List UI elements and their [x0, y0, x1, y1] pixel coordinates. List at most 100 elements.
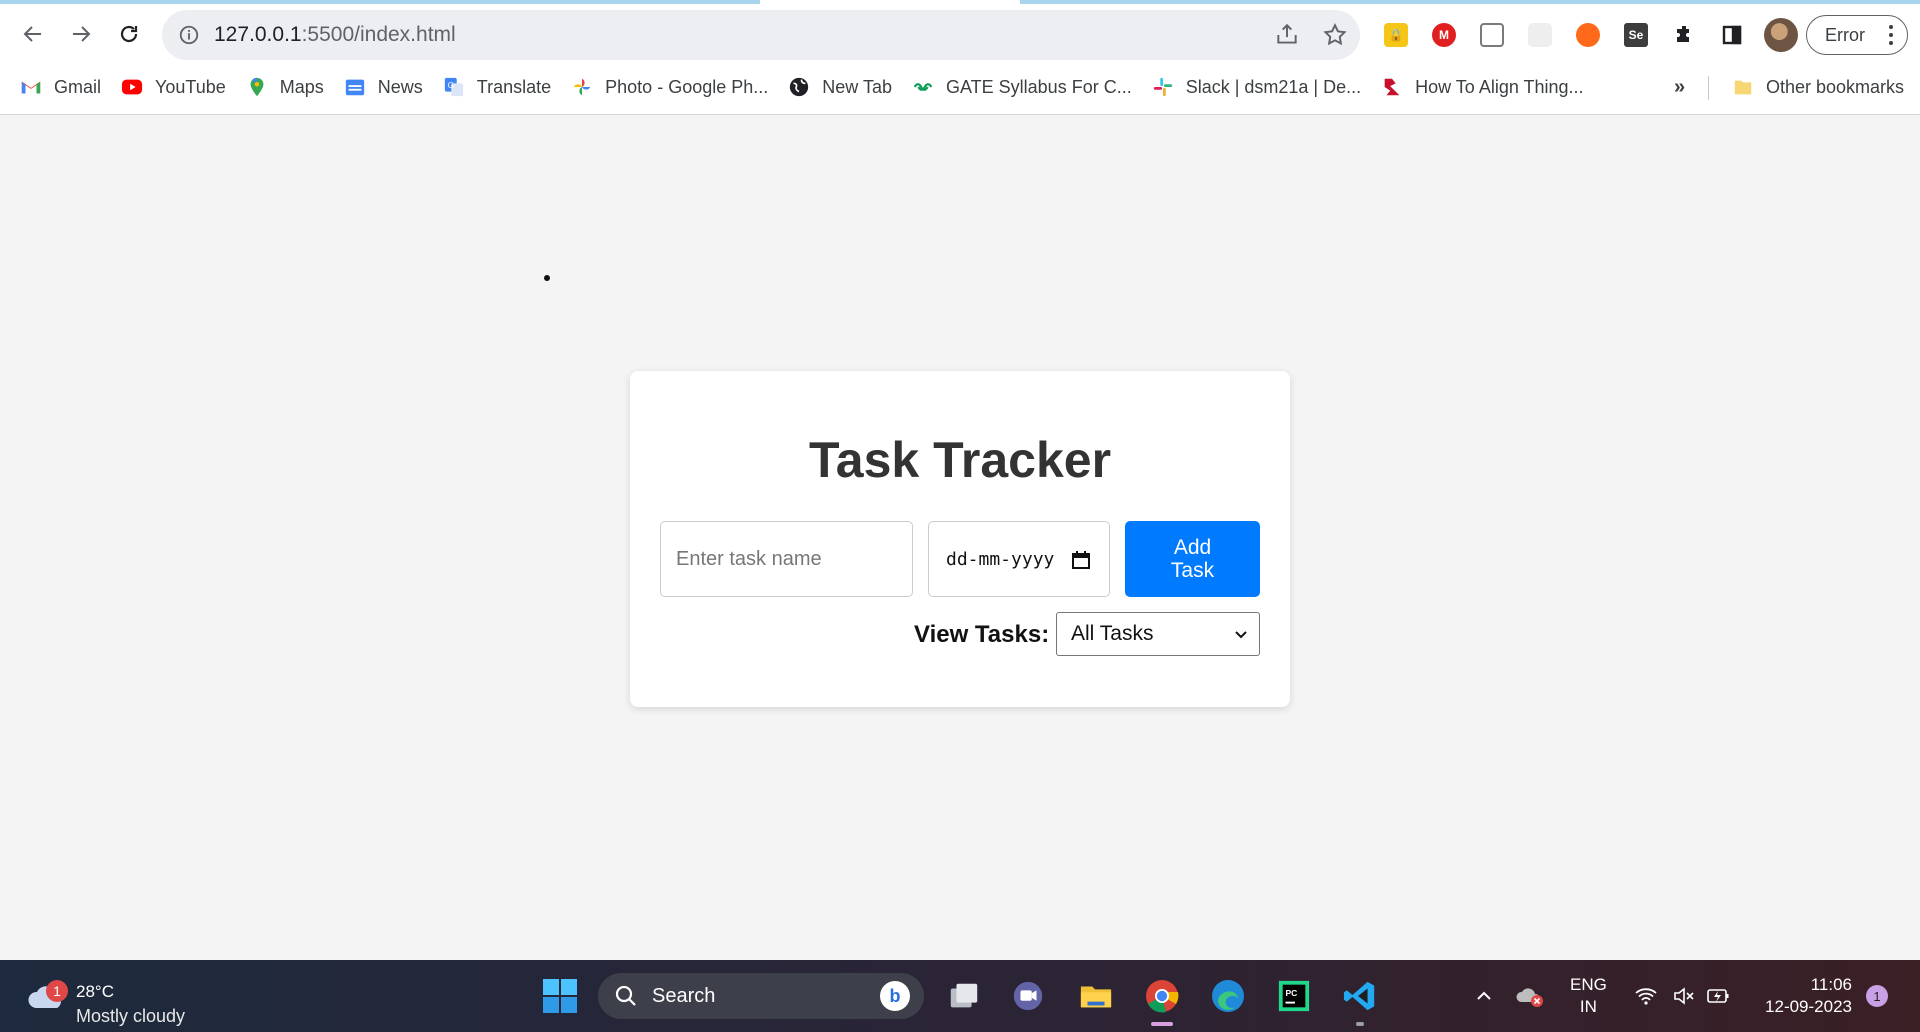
search-icon — [615, 985, 636, 1006]
gate-icon — [912, 76, 934, 98]
battery-charging-icon[interactable] — [1696, 974, 1740, 1018]
language-indicator[interactable]: ENG IN — [1570, 974, 1607, 1018]
youtube-icon — [121, 76, 143, 98]
chrome-active-indicator — [1151, 1022, 1173, 1026]
bullet-dot — [544, 275, 550, 281]
profile-error-chip[interactable]: Error — [1806, 15, 1908, 55]
news-icon — [344, 76, 366, 98]
browser-toolbar: 127.0.0.1:5500/index.html 🔒 M Se Error — [0, 8, 1920, 60]
more-menu-icon[interactable] — [1889, 25, 1893, 45]
loading-strip — [1020, 0, 1920, 4]
region-code: IN — [1579, 997, 1597, 1016]
vscode-running-indicator — [1356, 1022, 1364, 1026]
maps-icon — [246, 76, 268, 98]
edge-icon[interactable] — [1206, 974, 1250, 1018]
bookmark-news[interactable]: News — [334, 70, 433, 104]
task-view-icon[interactable] — [942, 974, 986, 1018]
translate-icon: G — [443, 76, 465, 98]
other-bookmarks[interactable]: Other bookmarks — [1722, 70, 1914, 104]
bookmark-maps[interactable]: Maps — [236, 70, 334, 104]
share-icon[interactable] — [1274, 22, 1300, 48]
cast-extension-icon[interactable] — [1468, 11, 1516, 59]
extensions-row: 🔒 M Se — [1372, 10, 1798, 60]
s-logo-icon — [1381, 76, 1403, 98]
bookmark-photos[interactable]: Photo - Google Ph... — [561, 70, 778, 104]
language-code: ENG — [1570, 975, 1607, 994]
bookmark-new-tab[interactable]: New Tab — [778, 70, 902, 104]
page-viewport: Task Tracker dd-mm-yyyy Add Task View Ta… — [0, 116, 1920, 960]
other-bookmarks-label: Other bookmarks — [1766, 76, 1905, 97]
side-panel-icon[interactable] — [1708, 11, 1756, 59]
bookmark-slack[interactable]: Slack | dsm21a | De... — [1142, 70, 1371, 104]
view-tasks-select[interactable]: All Tasks — [1056, 612, 1260, 656]
weather-widget[interactable]: 1 28°C Mostly cloudy — [22, 970, 202, 1026]
url-path: :5500/index.html — [301, 23, 456, 46]
windows-start-icon[interactable] — [538, 974, 582, 1018]
site-info-icon[interactable] — [178, 24, 200, 46]
bookmark-label: News — [377, 76, 423, 97]
svg-text:G: G — [447, 81, 453, 90]
windows-taskbar: 1 28°C Mostly cloudy Search b PC ENG IN — [0, 960, 1920, 1032]
bookmark-translate[interactable]: G Translate — [433, 70, 561, 104]
weather-badge: 1 — [46, 980, 68, 1002]
bookmarks-divider — [1708, 76, 1709, 100]
error-chip-label: Error — [1825, 24, 1865, 45]
bookmark-youtube[interactable]: YouTube — [111, 70, 236, 104]
folder-icon — [1732, 76, 1754, 98]
bookmarks-overflow-icon[interactable]: » — [1674, 70, 1685, 104]
bookmark-gmail[interactable]: Gmail — [0, 70, 111, 104]
taskbar-search[interactable]: Search b — [598, 973, 924, 1019]
chrome-icon[interactable] — [1140, 974, 1184, 1018]
bookmark-label: Photo - Google Ph... — [605, 76, 769, 97]
add-task-button[interactable]: Add Task — [1125, 521, 1260, 597]
selenium-extension-icon[interactable]: Se — [1612, 11, 1660, 59]
pycharm-icon[interactable]: PC — [1272, 974, 1316, 1018]
system-clock[interactable]: 11:06 12-09-2023 — [1752, 974, 1852, 1018]
loading-strip — [0, 0, 760, 4]
calendar-icon[interactable] — [1071, 550, 1091, 570]
clock-time: 11:06 — [1810, 975, 1852, 994]
notification-badge[interactable]: 1 — [1866, 985, 1888, 1007]
svg-text:PC: PC — [1286, 988, 1298, 998]
puzzle-extensions-icon[interactable] — [1660, 11, 1708, 59]
teams-chat-icon[interactable] — [1006, 974, 1050, 1018]
back-icon[interactable] — [9, 10, 57, 58]
bookmark-label: New Tab — [822, 76, 892, 97]
weather-temperature: 28°C — [76, 982, 114, 1001]
bookmark-label: Maps — [279, 76, 324, 97]
search-label: Search — [652, 984, 716, 1007]
bookmarks-bar: Gmail YouTube Maps News G Translate Phot… — [0, 70, 1920, 104]
globe-icon — [788, 76, 810, 98]
bing-icon[interactable]: b — [880, 981, 910, 1011]
url-text[interactable]: 127.0.0.1:5500/index.html — [214, 23, 456, 47]
reload-icon[interactable] — [105, 10, 153, 58]
task-tracker-card: Task Tracker dd-mm-yyyy Add Task View Ta… — [630, 371, 1290, 707]
chevron-up-icon[interactable] — [1462, 974, 1506, 1018]
view-tasks-label: View Tasks: — [914, 621, 1050, 648]
bookmark-align-things[interactable]: How To Align Thing... — [1371, 70, 1593, 104]
grid-extension-icon[interactable] — [1516, 11, 1564, 59]
password-lock-extension-icon[interactable]: 🔒 — [1372, 11, 1420, 59]
bookmark-gate[interactable]: GATE Syllabus For C... — [902, 70, 1142, 104]
bookmark-label: How To Align Thing... — [1415, 76, 1584, 97]
gmail-icon — [20, 76, 42, 98]
page-title: Task Tracker — [808, 432, 1112, 488]
bookmark-label: Translate — [476, 76, 552, 97]
address-bar[interactable]: 127.0.0.1:5500/index.html — [162, 10, 1360, 60]
m-extension-icon[interactable]: M — [1420, 11, 1468, 59]
forward-icon[interactable] — [57, 10, 105, 58]
view-tasks-selected: All Tasks — [1071, 622, 1154, 645]
chevron-down-icon — [1235, 631, 1247, 639]
vscode-icon[interactable] — [1338, 974, 1382, 1018]
onedrive-error-icon[interactable] — [1508, 974, 1552, 1018]
task-name-input[interactable] — [660, 521, 913, 597]
bookmark-label: Slack | dsm21a | De... — [1185, 76, 1362, 97]
task-date-input[interactable]: dd-mm-yyyy — [928, 521, 1110, 597]
bookmark-star-icon[interactable] — [1322, 22, 1348, 48]
orange-extension-icon[interactable] — [1564, 11, 1612, 59]
browser-chrome: 127.0.0.1:5500/index.html 🔒 M Se Error G… — [0, 0, 1920, 115]
file-explorer-icon[interactable] — [1074, 974, 1118, 1018]
profile-avatar[interactable] — [1764, 18, 1798, 52]
date-placeholder: dd-mm-yyyy — [946, 548, 1055, 570]
bookmark-label: YouTube — [155, 76, 226, 97]
